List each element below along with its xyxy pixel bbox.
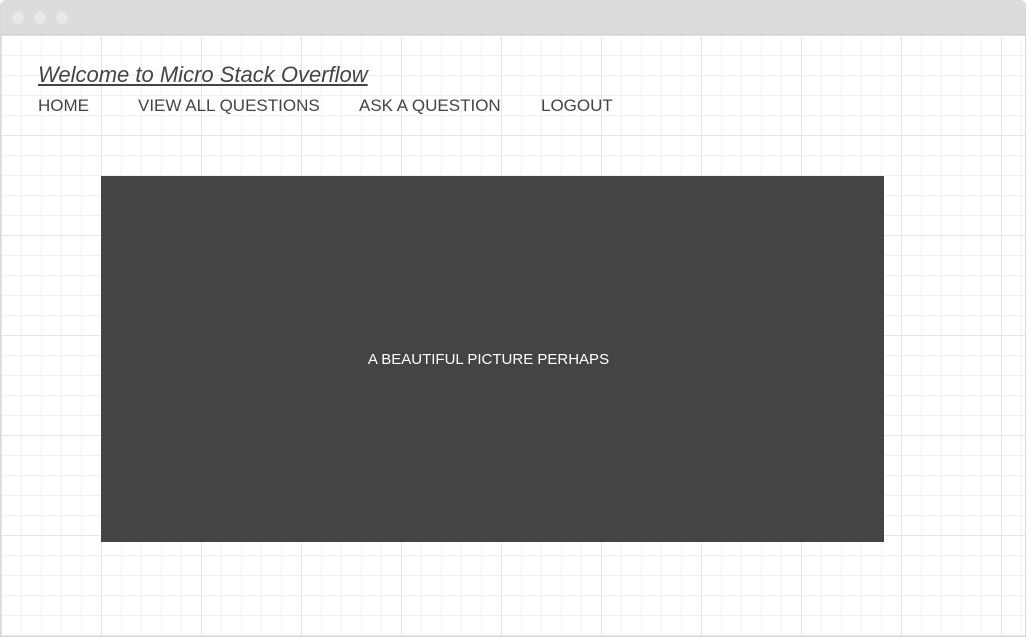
hero-placeholder-text: A BEAUTIFUL PICTURE PERHAPS: [367, 350, 610, 368]
maximize-window-dot-icon[interactable]: [56, 12, 68, 24]
page-canvas: Welcome to Micro Stack Overflow HOME VIE…: [1, 35, 1025, 636]
nav-logout-link[interactable]: LOGOUT: [541, 96, 613, 116]
nav-view-all-questions-link[interactable]: VIEW ALL QUESTIONS: [138, 96, 320, 116]
site-title-link[interactable]: Welcome to Micro Stack Overflow: [38, 62, 368, 88]
nav-home-link[interactable]: HOME: [38, 96, 89, 116]
window-titlebar: [1, 1, 1025, 35]
browser-window: Welcome to Micro Stack Overflow HOME VIE…: [0, 0, 1026, 637]
close-window-dot-icon[interactable]: [12, 12, 24, 24]
nav-ask-a-question-link[interactable]: ASK A QUESTION: [359, 96, 501, 116]
minimize-window-dot-icon[interactable]: [34, 12, 46, 24]
hero-image-placeholder: A BEAUTIFUL PICTURE PERHAPS: [101, 176, 884, 542]
